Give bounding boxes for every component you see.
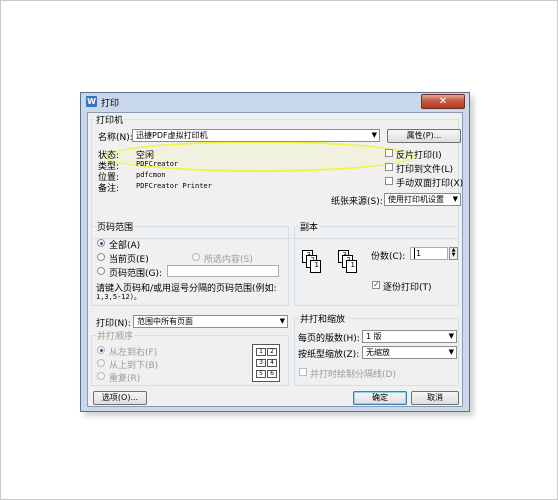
printer-name-value: 迅捷PDF虚拟打印机 xyxy=(136,131,208,140)
order-top-to-bottom-radio[interactable] xyxy=(97,359,105,367)
chevron-down-icon: ▼ xyxy=(448,348,454,356)
page-range-all-label: 全部(A) xyxy=(109,241,141,251)
collate-sheet: 1 xyxy=(310,260,321,273)
page-range-selection-radio[interactable] xyxy=(192,253,200,261)
dialog-client-area: 打印机 名称(N): 迅捷PDF虚拟打印机 ▼ 属性(P)... 状态: 空闲 … xyxy=(87,112,463,407)
order-cell: 2 xyxy=(267,348,277,356)
print-to-file-checkbox[interactable] xyxy=(385,163,393,171)
reverse-print-checkbox[interactable] xyxy=(385,149,393,157)
collate-checkbox[interactable]: ✓ xyxy=(372,281,380,289)
comment-value: PDFCreator Printer xyxy=(136,182,212,190)
collate-sheet: 1 xyxy=(346,260,357,273)
copies-spinner[interactable]: ▲ ▼ xyxy=(449,247,458,260)
chevron-down-icon: ▼ xyxy=(452,195,458,203)
chevron-down-icon: ▼ xyxy=(448,332,454,340)
wps-app-icon: W xyxy=(86,96,97,107)
draw-borders-checkbox[interactable] xyxy=(299,368,307,376)
manual-duplex-checkbox[interactable] xyxy=(385,177,393,185)
chevron-down-icon: ▼ xyxy=(371,131,377,139)
copies-count-value: 1 xyxy=(414,248,422,259)
options-button[interactable]: 选项(O)... xyxy=(93,391,147,405)
order-repeat-label: 重复(R) xyxy=(109,374,141,384)
chevron-down-icon: ▼ xyxy=(279,317,285,325)
printer-name-label: 名称(N): xyxy=(98,133,133,143)
order-cell: 5 xyxy=(256,370,266,378)
print-to-file-label: 打印到文件(L) xyxy=(396,165,454,175)
print-order-group-title: 并打顺序 xyxy=(96,329,135,342)
copies-count-input[interactable]: 1 xyxy=(410,247,448,260)
pages-per-sheet-label: 每页的版数(H): xyxy=(298,334,360,344)
order-cell: 6 xyxy=(267,370,277,378)
manual-duplex-label: 手动双面打印(X) xyxy=(396,179,464,189)
page-range-pages-radio[interactable] xyxy=(97,267,105,275)
page-range-group-title: 页码范围 xyxy=(96,220,135,233)
close-button[interactable]: ✕ xyxy=(421,94,465,109)
print-dialog: W 打印 ✕ 打印机 名称(N): 迅捷PDF虚拟打印机 ▼ 属性(P)... … xyxy=(80,92,470,412)
paper-source-value: 使用打印机设置 xyxy=(388,195,444,204)
scale-to-paper-label: 按纸型缩放(Z): xyxy=(298,350,360,360)
page-range-pages-label: 页码范围(G): xyxy=(109,269,163,279)
collate-label: 逐份打印(T) xyxy=(383,283,432,293)
ok-button[interactable]: 确定 xyxy=(353,391,407,405)
pages-per-sheet-select[interactable]: 1 版 ▼ xyxy=(362,330,457,343)
page-range-input[interactable] xyxy=(167,265,279,277)
pages-per-sheet-value: 1 版 xyxy=(366,332,382,341)
order-cell: 4 xyxy=(267,359,277,367)
dialog-title: 打印 xyxy=(101,99,120,109)
page-range-all-radio[interactable] xyxy=(97,239,105,247)
order-preview: 1 2 3 4 5 6 xyxy=(252,344,280,382)
paper-source-select[interactable]: 使用打印机设置 ▼ xyxy=(384,193,461,206)
order-repeat-radio[interactable] xyxy=(97,372,105,380)
print-what-select[interactable]: 范围中所有页面 ▼ xyxy=(133,315,288,328)
title-bar[interactable]: W 打印 ✕ xyxy=(81,93,469,111)
scale-to-paper-value: 无缩放 xyxy=(366,348,390,357)
page-range-selection-label: 所选内容(S) xyxy=(204,255,253,265)
spin-down-icon: ▼ xyxy=(451,252,456,258)
printer-name-select[interactable]: 迅捷PDF虚拟打印机 ▼ xyxy=(132,129,380,142)
location-value: pdfcmon xyxy=(136,171,166,179)
page-range-current-label: 当前页(E) xyxy=(109,255,149,265)
draw-borders-label: 并打时绘制分隔线(D) xyxy=(310,370,396,380)
copies-count-label: 份数(C): xyxy=(371,252,406,262)
reverse-print-label: 反片打印(I) xyxy=(396,151,442,161)
comment-label: 备注: xyxy=(98,184,120,194)
copies-group-title: 副本 xyxy=(299,220,320,233)
order-cell: 3 xyxy=(256,359,266,367)
paper-source-label: 纸张来源(S): xyxy=(331,197,383,207)
order-top-to-bottom-label: 从上到下(B) xyxy=(109,361,159,371)
close-icon: ✕ xyxy=(438,96,448,107)
zoom-group-title: 并打和缩放 xyxy=(299,312,347,325)
order-left-to-right-label: 从左到右(F) xyxy=(109,348,158,358)
check-icon: ✓ xyxy=(373,280,380,289)
type-value: PDFCreator xyxy=(136,160,179,168)
page-range-current-radio[interactable] xyxy=(97,253,105,261)
page-range-hint-line2: 1,3,5-12)。 xyxy=(96,293,141,301)
print-what-value: 范围中所有页面 xyxy=(137,317,193,326)
printer-group-title: 打印机 xyxy=(95,113,125,126)
cancel-button[interactable]: 取消 xyxy=(411,391,459,405)
order-left-to-right-radio[interactable] xyxy=(97,346,105,354)
order-cell: 1 xyxy=(256,348,266,356)
print-what-label: 打印(N): xyxy=(96,319,131,329)
properties-button[interactable]: 属性(P)... xyxy=(387,129,461,143)
scale-to-paper-select[interactable]: 无缩放 ▼ xyxy=(362,346,457,359)
